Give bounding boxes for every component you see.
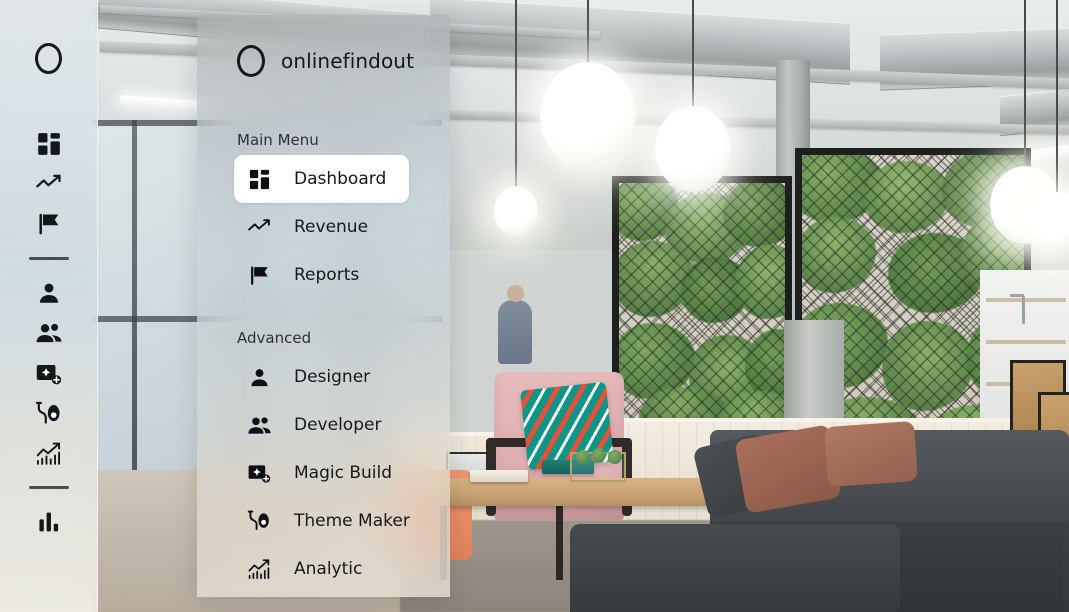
rail-item-bar-chart[interactable] [25, 502, 73, 542]
brand-name: onlinefindout [281, 49, 415, 73]
nav-list-advanced: Designer Developer Magic Build Theme Mak… [197, 353, 450, 593]
person-icon [36, 280, 62, 306]
nav-item-label: Designer [294, 367, 371, 387]
people-icon [244, 411, 274, 439]
plant-wall [612, 176, 792, 426]
navigation-menu-panel: onlinefindout Main Menu Dashboard Revenu… [197, 15, 450, 597]
trending-line-icon [244, 213, 274, 241]
trending-line-icon [35, 170, 63, 198]
nav-item-analytic[interactable]: Analytic [234, 545, 409, 593]
rail-divider [28, 257, 69, 260]
pillow [824, 420, 918, 488]
nav-item-label: Reports [294, 265, 360, 285]
people-icon [35, 319, 63, 347]
nav-item-label: Analytic [294, 559, 363, 579]
rail-item-dashboard[interactable] [25, 124, 73, 164]
nav-list-main: Dashboard Revenue Reports [197, 155, 450, 299]
bar-chart-icon [36, 509, 62, 535]
flag-icon [36, 211, 62, 237]
app-root: onlinefindout Main Menu Dashboard Revenu… [0, 0, 1069, 612]
section-label-advanced: Advanced [237, 329, 312, 347]
analytic-chart-icon [244, 555, 274, 583]
nav-item-dashboard[interactable]: Dashboard [234, 155, 409, 203]
icon-rail [0, 0, 98, 612]
nav-item-developer[interactable]: Developer [234, 401, 409, 449]
dashboard-grid-icon [36, 131, 62, 157]
theme-maker-icon [35, 400, 62, 427]
sofa [570, 524, 900, 612]
background-photo [0, 0, 1069, 612]
section-label-main-menu: Main Menu [237, 131, 319, 149]
analytic-chart-icon [35, 440, 62, 467]
rail-divider [28, 486, 69, 489]
person-icon [244, 363, 274, 391]
nav-item-magic-build[interactable]: Magic Build [234, 449, 409, 497]
theme-maker-icon [244, 507, 274, 535]
flag-icon [244, 261, 274, 289]
rail-item-designer[interactable] [25, 273, 73, 313]
circle-o-logo-icon [35, 42, 62, 74]
rail-logo[interactable] [27, 36, 71, 80]
coffee-table [430, 478, 730, 506]
rail-item-theme-maker[interactable] [25, 393, 73, 433]
nav-item-designer[interactable]: Designer [234, 353, 409, 401]
nav-item-reports[interactable]: Reports [234, 251, 409, 299]
rail-item-analytic[interactable] [25, 433, 73, 473]
person-silhouette [498, 285, 532, 364]
rail-item-revenue[interactable] [25, 164, 73, 204]
nav-item-revenue[interactable]: Revenue [234, 203, 409, 251]
magic-build-icon [244, 459, 274, 487]
circle-o-logo-icon [237, 45, 265, 77]
nav-item-label: Theme Maker [294, 511, 410, 531]
magic-build-icon [35, 360, 62, 387]
faucet [1010, 294, 1025, 324]
brand[interactable]: onlinefindout [197, 15, 450, 87]
nav-item-label: Developer [294, 415, 382, 435]
nav-item-label: Dashboard [294, 169, 387, 189]
book [470, 470, 528, 482]
rail-item-reports[interactable] [25, 204, 73, 244]
dashboard-grid-icon [244, 165, 274, 193]
rail-item-developer[interactable] [25, 313, 73, 353]
nav-item-theme-maker[interactable]: Theme Maker [234, 497, 410, 545]
nav-item-label: Magic Build [294, 463, 393, 483]
planter-box [570, 448, 626, 482]
nav-item-label: Revenue [294, 217, 369, 237]
rail-item-magic-build[interactable] [25, 353, 73, 393]
